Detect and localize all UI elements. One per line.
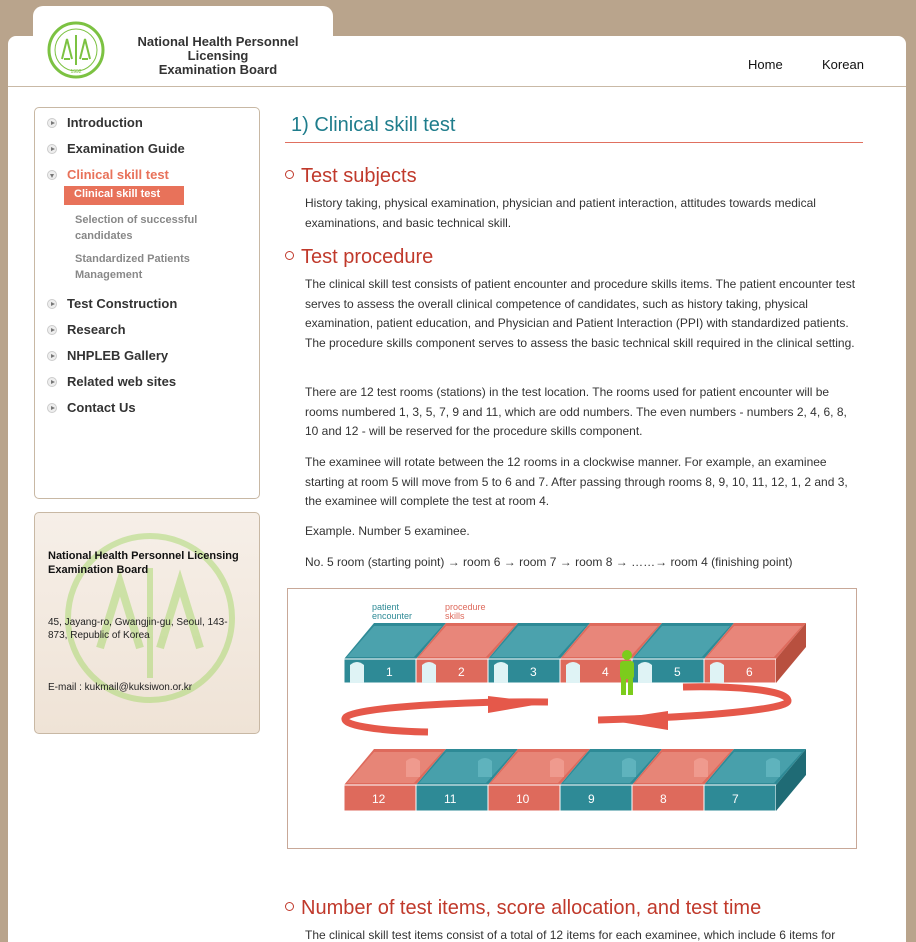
page-title: 1) Clinical skill test — [291, 114, 456, 136]
paragraph-example: Example. Number 5 examinee. — [305, 524, 470, 538]
address-box: National Health Personnel Licensing Exam… — [34, 512, 260, 734]
nav-korean-link[interactable]: Korean — [822, 57, 864, 72]
rooms-diagram: patient encounter procedure skills 12345… — [287, 588, 857, 849]
sidebar-item-label: Clinical skill test — [67, 167, 169, 182]
subitem-clinical-skill-test[interactable]: Clinical skill test — [64, 186, 184, 205]
room-number: 6 — [746, 665, 753, 679]
circle-bullet-icon — [285, 170, 294, 180]
section-heading-text: Number of test items, score allocation, … — [301, 897, 762, 919]
arrow-right-icon — [47, 403, 57, 413]
room-number: 4 — [602, 665, 609, 679]
arrow-right-icon — [47, 299, 57, 309]
legend-patient-line2: encounter — [372, 611, 412, 621]
rotation-arrow-bottom-icon — [597, 683, 792, 724]
paragraph-procedure-2: There are 12 test rooms (stations) in th… — [305, 385, 847, 438]
paragraph-test-items: The clinical skill test items consist of… — [305, 928, 836, 942]
arrow-right-icon — [47, 118, 57, 128]
sidebar-item-label: Related web sites — [67, 374, 177, 389]
arrow-right-icon — [47, 351, 57, 361]
sidebar-menu: Introduction Examination Guide Clinical … — [34, 107, 260, 499]
circle-bullet-icon — [285, 251, 294, 261]
paragraph-route: No. 5 room (starting point) → room 6 → r… — [305, 555, 793, 569]
arrow-head-left-icon — [608, 711, 668, 730]
room-number: 3 — [530, 665, 537, 679]
arrow-right-icon — [47, 144, 57, 154]
title-divider — [285, 142, 863, 143]
room-number: 5 — [674, 665, 681, 679]
circle-bullet-icon — [285, 902, 294, 912]
address-email[interactable]: E-mail : kukmail@kuksiwon.or.kr — [48, 682, 192, 693]
header-divider — [8, 86, 906, 87]
section-heading-text: Test subjects — [301, 165, 417, 187]
room-number: 2 — [458, 665, 465, 679]
section-heading-test-subjects: Test subjects — [285, 165, 417, 188]
sidebar-item-label: Research — [67, 322, 126, 337]
rooms-diagram-svg: patient encounter procedure skills 12345… — [341, 602, 806, 812]
room-number: 9 — [588, 792, 595, 806]
room-number: 7 — [732, 792, 739, 806]
paragraph-test-subjects: History taking, physical examination, ph… — [305, 196, 816, 230]
paragraph-procedure-3: The examinee will rotate between the 12 … — [305, 455, 848, 508]
nav-home-link[interactable]: Home — [748, 57, 783, 72]
paragraph-procedure-1: The clinical skill test consists of pati… — [305, 277, 856, 350]
sidebar-item-label: Introduction — [67, 115, 143, 130]
arrow-right-icon — [47, 377, 57, 387]
org-name-line2: Examination Board — [158, 62, 278, 77]
sidebar-item-label: Contact Us — [67, 400, 136, 415]
address-org: National Health Personnel Licensing Exam… — [48, 550, 239, 576]
nhpleb-logo-icon[interactable]: 1992 — [47, 21, 105, 79]
subitem-standardized-patients[interactable]: Standardized Patients Management — [75, 251, 225, 283]
sidebar-item-label: Test Construction — [67, 296, 178, 311]
sidebar-item-label: Examination Guide — [67, 141, 185, 156]
section-heading-test-items: Number of test items, score allocation, … — [285, 897, 761, 920]
room-number: 11 — [444, 792, 457, 806]
address-street: 45, Jayang-ro, Gwangjin-gu, Seoul, 143-8… — [48, 617, 228, 641]
arrow-down-icon — [47, 170, 57, 180]
logo-year: 1992 — [70, 69, 81, 75]
org-name-line1: National Health Personnel Licensing — [137, 34, 299, 63]
room-number: 1 — [386, 665, 393, 679]
sidebar-item-label: NHPLEB Gallery — [67, 348, 169, 363]
section-heading-text: Test procedure — [301, 246, 434, 268]
legend-procedure-line2: skills — [445, 611, 465, 621]
section-heading-test-procedure: Test procedure — [285, 246, 433, 269]
org-name[interactable]: National Health Personnel Licensing Exam… — [112, 35, 324, 77]
room-number: 10 — [516, 792, 530, 806]
arrow-right-icon — [47, 325, 57, 335]
room-number: 8 — [660, 792, 667, 806]
subitem-selection-candidates[interactable]: Selection of successful candidates — [75, 212, 225, 244]
room-number: 12 — [372, 792, 386, 806]
